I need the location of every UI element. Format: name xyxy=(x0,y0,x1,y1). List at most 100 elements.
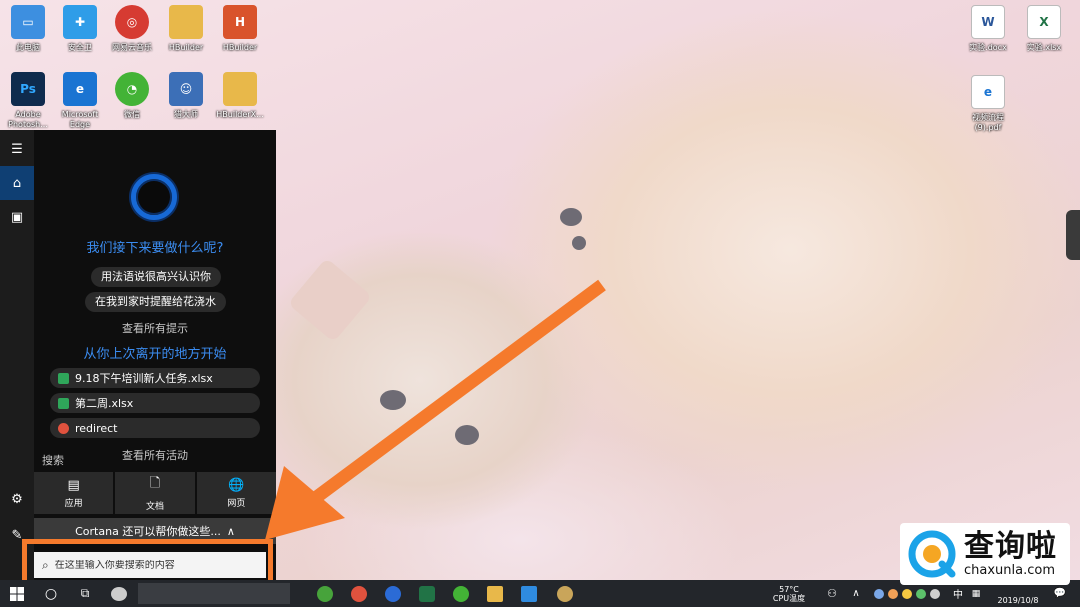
hbuilder-icon: H xyxy=(223,5,257,39)
cpu-temperature[interactable]: 57°C CPU温度 xyxy=(764,580,814,607)
excel-icon xyxy=(58,372,69,384)
cortana-panel: ☰ ⌂ ▣ ⚙ ✎ 我们接下来要做什么呢? 用法语说很高兴认识你 在我到家时提醒… xyxy=(0,130,276,580)
pdf-icon: e xyxy=(971,75,1005,109)
tray-app-icon xyxy=(888,588,898,599)
cpu-temp-value: 57°C xyxy=(779,584,799,594)
desktop-icon-hbuilder[interactable]: H HBuilder xyxy=(212,5,268,53)
taskbar-app-remote[interactable] xyxy=(512,580,546,607)
cortana-button[interactable]: ○ xyxy=(34,580,68,607)
taskbar-app-excel[interactable] xyxy=(410,580,444,607)
scope-label: 网页 xyxy=(227,498,246,509)
scope-label: 应用 xyxy=(64,498,83,509)
resume-heading: 从你上次离开的地方开始 xyxy=(83,347,227,362)
suggestion-french[interactable]: 用法语说很高兴认识你 xyxy=(91,267,221,287)
wechat-icon xyxy=(453,585,469,602)
excel-icon xyxy=(58,397,69,409)
scope-web-button[interactable]: 🌐 网页 xyxy=(196,472,276,514)
people-icon: ⚇ xyxy=(827,587,837,600)
desktop-icon-hbuilderx-folder[interactable]: HBuilderX... xyxy=(212,72,268,120)
tray-app-icon xyxy=(930,588,940,599)
desktop-icon-word-doc[interactable]: W 实验.docx xyxy=(960,5,1016,53)
desktop-icon-wechat[interactable]: ◔ 微信 xyxy=(104,72,160,120)
app-button[interactable] xyxy=(102,580,136,607)
taskbar-app-sogou[interactable] xyxy=(376,580,410,607)
desktop-icon-excel-doc[interactable]: X 实验.xlsx xyxy=(1016,5,1072,53)
desktop-icon-netease-music[interactable]: ◎ 网易云音乐 xyxy=(104,5,160,53)
tray-app-icon xyxy=(874,588,884,599)
recent-item-label: 9.18下午培训新人任务.xlsx xyxy=(75,372,213,385)
recent-item[interactable]: 第二周.xlsx xyxy=(50,393,260,413)
chevron-up-icon: ∧ xyxy=(226,524,235,538)
watermark-en: chaxunla.com xyxy=(964,563,1055,578)
excel-icon xyxy=(419,585,435,602)
tray-app-icon xyxy=(902,588,912,599)
taskbar-app-wechat[interactable] xyxy=(444,580,478,607)
cortana-heading: 我们接下来要做什么呢? xyxy=(86,241,224,256)
taskbar-app-other[interactable] xyxy=(548,580,582,607)
notification-icon: 💬 xyxy=(1053,588,1067,599)
hamburger-menu-icon[interactable]: ☰ xyxy=(0,132,34,166)
desktop-icon-photoshop[interactable]: Ps Adobe Photosh... xyxy=(0,72,56,130)
scope-apps-button[interactable]: ▤ 应用 xyxy=(34,472,114,514)
music-icon: ◎ xyxy=(115,5,149,39)
scope-documents-button[interactable]: 🗋 文档 xyxy=(115,472,195,514)
word-icon: W xyxy=(971,5,1005,39)
network-icon: ▦ xyxy=(971,588,981,599)
desktop-icon-this-pc[interactable]: ▭ 此电脑 xyxy=(0,5,56,53)
notebook-icon[interactable]: ▣ xyxy=(0,200,34,234)
cat-eye xyxy=(455,425,479,445)
app-icon xyxy=(111,586,127,601)
explorer-icon xyxy=(487,585,503,602)
excel-icon: X xyxy=(1027,5,1061,39)
see-all-activity-link[interactable]: 查看所有活动 xyxy=(70,447,240,463)
app-icon xyxy=(557,585,573,602)
cat-eye xyxy=(560,208,582,226)
home-icon[interactable]: ⌂ xyxy=(0,166,34,200)
taskbar-app-360[interactable] xyxy=(308,580,342,607)
taskbar-app-explorer[interactable] xyxy=(478,580,512,607)
search-section-label: 搜索 xyxy=(42,454,64,467)
scope-label: 文档 xyxy=(145,502,164,512)
chrome-icon xyxy=(58,422,69,434)
cortana-logo-icon xyxy=(131,174,177,220)
desktop-icon-hbuilder-folder[interactable]: HBuilder xyxy=(158,5,214,53)
desktop-icon-edge[interactable]: e Microsoft Edge xyxy=(52,72,108,130)
watermark-cn: 查询啦 xyxy=(964,529,1057,564)
task-view-button[interactable]: ⧉ xyxy=(68,580,102,607)
edge-icon: e xyxy=(63,72,97,106)
recent-item[interactable]: 9.18下午培训新人任务.xlsx xyxy=(50,368,260,388)
360-icon xyxy=(317,585,333,602)
tray-app-icon xyxy=(916,588,926,599)
recent-item[interactable]: redirect xyxy=(50,418,260,438)
desktop-icon-security[interactable]: ✚ 安全卫 xyxy=(52,5,108,53)
side-handle[interactable] xyxy=(1066,210,1080,260)
start-button[interactable] xyxy=(0,580,34,607)
watermark-logo xyxy=(908,530,956,578)
globe-icon: 🌐 xyxy=(228,477,245,493)
suggestion-reminder[interactable]: 在我到家时提醒给花浇水 xyxy=(85,292,226,312)
people-button[interactable]: ⚇ xyxy=(822,580,842,607)
watermark: 查询啦 chaxunla.com xyxy=(900,523,1070,585)
search-scope-buttons: ▤ 应用 🗋 文档 🌐 网页 xyxy=(34,472,276,514)
cat-eye xyxy=(572,236,586,250)
computer-icon: ▭ xyxy=(11,5,45,39)
security-icon: ✚ xyxy=(63,5,97,39)
document-icon: 🗋 xyxy=(149,476,161,491)
cpu-temp-label: CPU温度 xyxy=(772,593,806,603)
folder-icon xyxy=(169,5,203,39)
cat-ear xyxy=(287,257,373,343)
wechat-icon: ◔ xyxy=(115,72,149,106)
taskbar-search-field[interactable] xyxy=(138,583,290,604)
cortana-rail: ☰ ⌂ ▣ ⚙ ✎ xyxy=(0,130,34,580)
taskbar-app-chrome[interactable] xyxy=(342,580,376,607)
desktop-icon-game[interactable]: ☺ 猎大师 xyxy=(158,72,214,120)
game-icon: ☺ xyxy=(169,72,203,106)
tray-overflow-button[interactable]: ∧ xyxy=(848,580,864,607)
settings-icon[interactable]: ⚙ xyxy=(0,482,34,516)
recent-item-label: redirect xyxy=(75,421,118,435)
cortana-more-label: Cortana 还可以帮你做这些... xyxy=(75,525,221,538)
see-all-tips-link[interactable]: 查看所有提示 xyxy=(34,320,276,336)
apps-icon: ▤ xyxy=(67,477,80,493)
sogou-icon xyxy=(385,585,401,602)
desktop-icon-pdf[interactable]: e 视频流程 (9).pdf xyxy=(960,75,1016,133)
